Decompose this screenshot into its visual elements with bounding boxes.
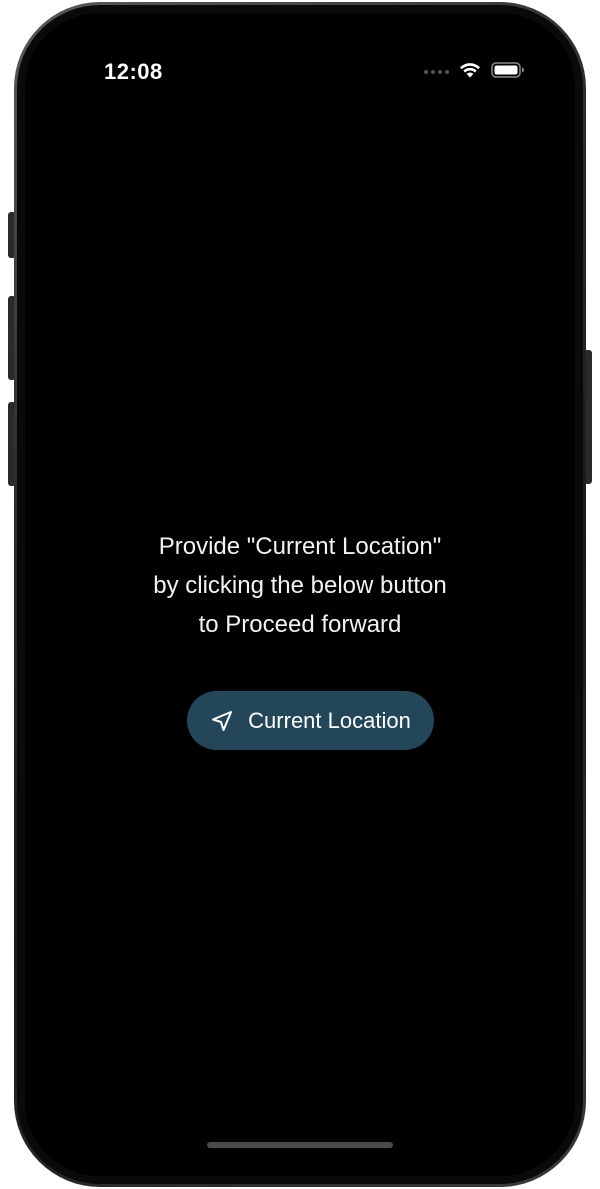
status-time: 12:08 — [104, 59, 163, 84]
home-indicator[interactable] — [207, 1142, 393, 1148]
battery-icon — [491, 61, 525, 83]
status-icons — [424, 61, 525, 83]
location-prompt: Provide "Current Location" by clicking t… — [25, 527, 575, 644]
phone-bezel: 12:08 Provide "Current Location" by clic… — [17, 5, 583, 1184]
wifi-icon — [459, 61, 481, 83]
prompt-line-2: by clicking the below button — [153, 572, 447, 599]
current-location-label: Current Location — [248, 707, 411, 733]
prompt-line-3: to Proceed forward — [198, 611, 402, 638]
navigation-arrow-icon — [210, 709, 234, 733]
app-screen: 12:08 Provide "Current Location" by clic… — [25, 13, 575, 1176]
signal-dots-icon — [424, 70, 449, 74]
phone-frame: 12:08 Provide "Current Location" by clic… — [14, 2, 586, 1187]
prompt-line-1: Provide "Current Location" — [158, 533, 442, 560]
device-mockup: 12:08 Provide "Current Location" by clic… — [0, 0, 600, 1189]
current-location-button[interactable]: Current Location — [187, 691, 434, 750]
